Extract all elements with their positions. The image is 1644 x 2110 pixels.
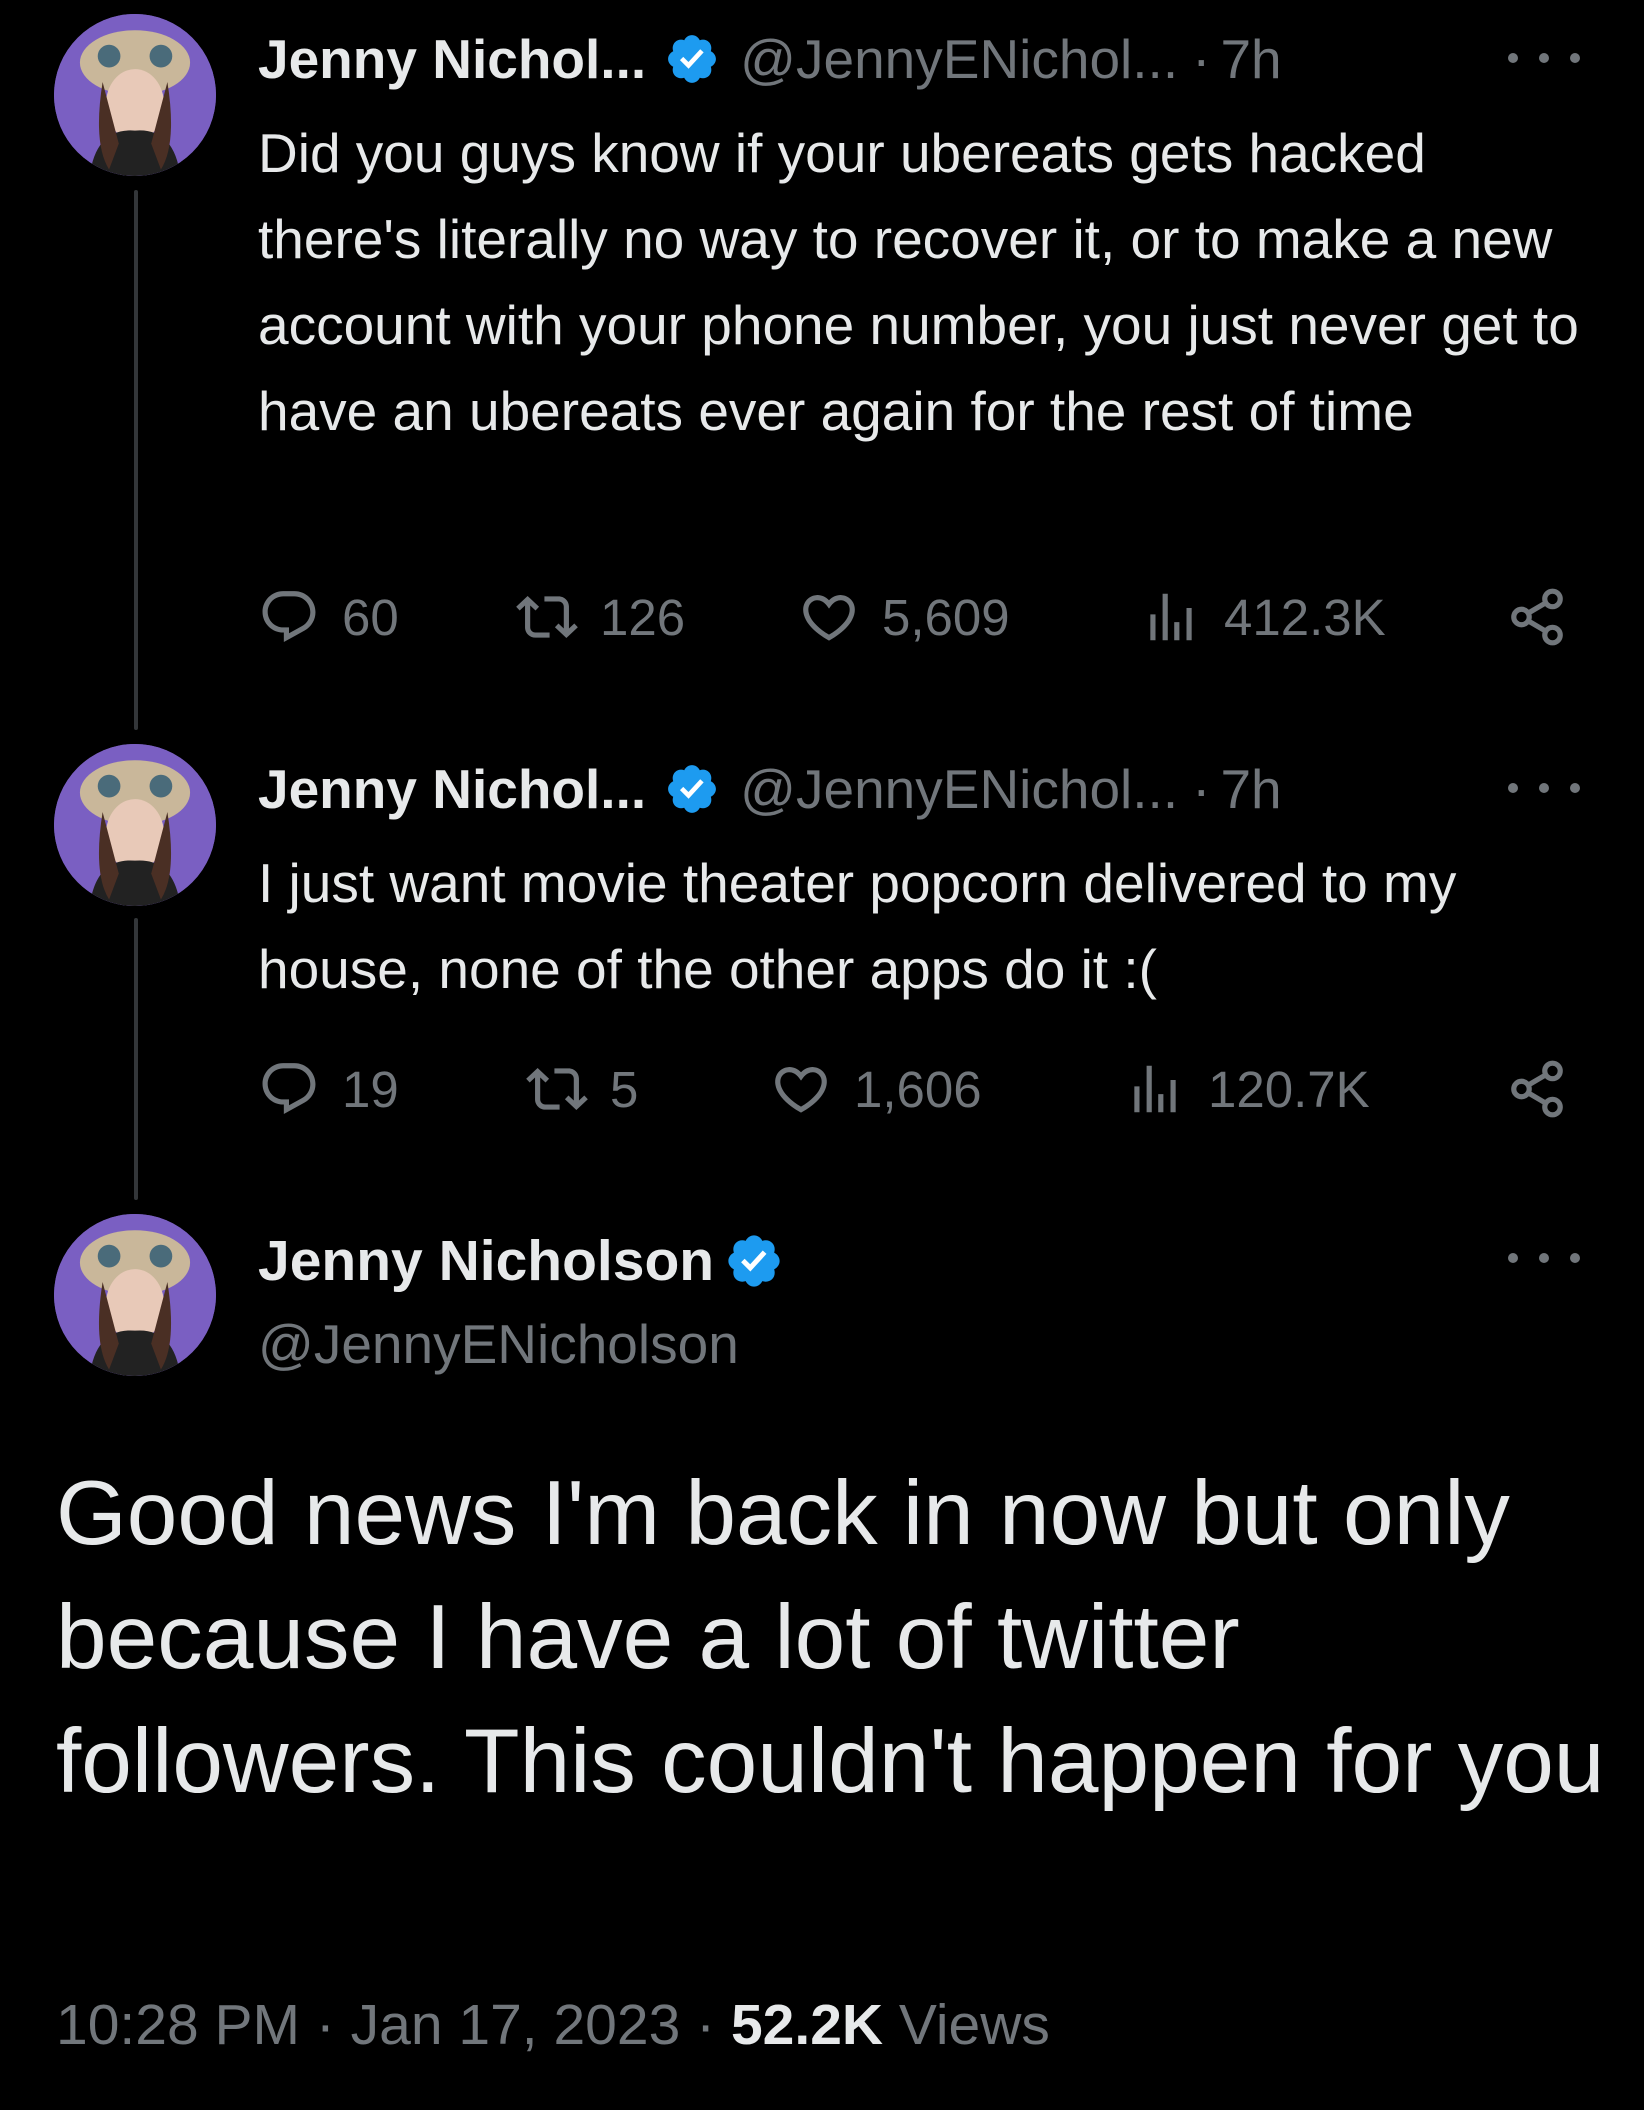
- reply-button[interactable]: 19: [258, 1058, 399, 1120]
- like-count: 1,606: [854, 1060, 982, 1118]
- reply-button[interactable]: 60: [258, 586, 399, 648]
- views-chart-icon: [1150, 593, 1192, 641]
- retweet-button[interactable]: 126: [516, 586, 685, 648]
- separator: ·: [1192, 28, 1211, 90]
- views-chart-icon: [1134, 1065, 1176, 1113]
- verified-badge-icon: [664, 761, 720, 817]
- more-options-icon[interactable]: [1508, 768, 1580, 808]
- separator: ·: [315, 1993, 335, 2057]
- views-button[interactable]: 120.7K: [1124, 1058, 1370, 1120]
- tweet-date[interactable]: Jan 17, 2023: [351, 1993, 681, 2057]
- tweet-text: Did you guys know if your ubereats gets …: [258, 122, 1579, 442]
- share-button[interactable]: [1506, 1058, 1590, 1120]
- reply-count: 19: [342, 1060, 399, 1118]
- views-count: 52.2K: [730, 1993, 884, 2057]
- author-handle[interactable]: @JennyENichol...: [740, 27, 1178, 91]
- timestamp[interactable]: 7h: [1220, 27, 1281, 91]
- views-count: 412.3K: [1224, 588, 1386, 646]
- more-options-icon[interactable]: [1508, 38, 1580, 78]
- thread-line: [134, 918, 138, 1200]
- like-button[interactable]: 1,606: [770, 1058, 982, 1120]
- tweet-time[interactable]: 10:28 PM: [56, 1993, 300, 2057]
- author-name[interactable]: Jenny Nichol...: [258, 27, 646, 91]
- tweet-header: Jenny Nichol... @JennyENichol... · 7h: [258, 754, 1282, 824]
- views-button[interactable]: 412.3K: [1140, 586, 1386, 648]
- verified-badge-icon: [724, 1231, 784, 1291]
- retweet-count: 5: [610, 1060, 639, 1118]
- author-handle[interactable]: @JennyENichol...: [740, 757, 1178, 821]
- reply-icon: [262, 591, 316, 643]
- like-button[interactable]: 5,609: [798, 586, 1010, 648]
- more-options-icon[interactable]: [1508, 1238, 1580, 1278]
- avatar[interactable]: [54, 14, 216, 176]
- retweet-button[interactable]: 5: [526, 1058, 638, 1120]
- author-name[interactable]: Jenny Nichol...: [258, 757, 646, 821]
- timestamp[interactable]: 7h: [1220, 757, 1281, 821]
- avatar[interactable]: [54, 1214, 216, 1376]
- author-name[interactable]: Jenny Nicholson: [258, 1228, 714, 1294]
- thread-line: [134, 190, 138, 730]
- tweet-actions: 60 126 5,609 412.3K: [258, 586, 1578, 666]
- retweet-count: 126: [600, 588, 686, 646]
- views-label: Views: [898, 1993, 1050, 2057]
- separator: ·: [1192, 758, 1211, 820]
- share-icon: [1511, 1060, 1563, 1118]
- heart-icon: [803, 595, 855, 641]
- avatar[interactable]: [54, 744, 216, 906]
- share-icon: [1511, 588, 1563, 646]
- tweet-meta: 10:28 PM · Jan 17, 2023 · 52.2K Views: [56, 1992, 1050, 2058]
- heart-icon: [775, 1067, 827, 1113]
- views-count: 120.7K: [1208, 1060, 1370, 1118]
- tweet-text: Good news I'm back in now but only becau…: [56, 1463, 1605, 1812]
- author-handle[interactable]: @JennyENicholson: [258, 1312, 739, 1376]
- author-name-row: Jenny Nicholson: [258, 1228, 784, 1294]
- verified-badge-icon: [664, 31, 720, 87]
- reply-count: 60: [342, 588, 399, 646]
- tweet-header: Jenny Nichol... @JennyENichol... · 7h: [258, 24, 1282, 94]
- tweet-actions: 19 5 1,606 120.7K: [258, 1058, 1578, 1138]
- tweet-text: I just want movie theater popcorn delive…: [258, 852, 1457, 1000]
- share-button[interactable]: [1506, 586, 1590, 648]
- reply-icon: [262, 1063, 316, 1115]
- retweet-icon: [526, 1068, 588, 1110]
- separator: ·: [696, 1993, 716, 2057]
- retweet-icon: [516, 596, 578, 638]
- like-count: 5,609: [882, 588, 1010, 646]
